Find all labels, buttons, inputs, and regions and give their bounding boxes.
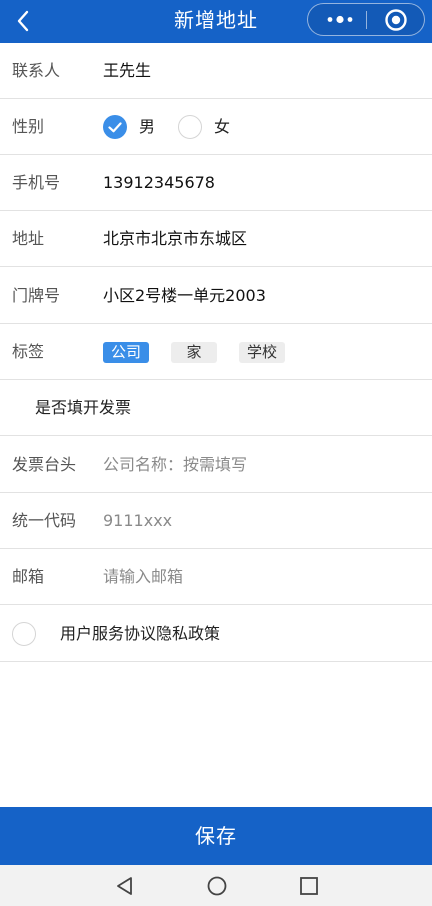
phone-row[interactable]: 手机号 13912345678: [0, 155, 432, 211]
header-bar: 新增地址: [0, 0, 432, 43]
email-input[interactable]: 请输入邮箱: [103, 549, 183, 605]
nav-home-icon[interactable]: [206, 875, 228, 897]
gender-male-radio[interactable]: [103, 115, 127, 139]
gender-female-label[interactable]: 女: [214, 99, 230, 155]
phone-label: 手机号: [12, 173, 61, 192]
tag-school[interactable]: 学校: [239, 342, 285, 363]
invoice-toggle-label[interactable]: 是否填开发票: [35, 380, 131, 436]
contact-label: 联系人: [12, 61, 61, 80]
contact-row[interactable]: 联系人 王先生: [0, 43, 432, 99]
check-icon: [108, 122, 122, 133]
invoice-title-input[interactable]: 公司名称：按需填写: [103, 437, 247, 493]
agreement-checkbox[interactable]: [12, 622, 36, 646]
tax-code-input[interactable]: 9111xxx: [103, 493, 172, 549]
add-address-page: 新增地址 联系人 王先生 性别 男 女 手机号 13912345678 地址 北…: [0, 0, 432, 906]
email-row[interactable]: 邮箱 请输入邮箱: [0, 549, 432, 605]
agreement-link[interactable]: 用户服务协议隐私政策: [60, 606, 220, 662]
tax-code-row[interactable]: 统一代码 9111xxx: [0, 493, 432, 549]
gender-label: 性别: [12, 117, 45, 136]
save-button[interactable]: 保存: [0, 807, 432, 865]
address-row[interactable]: 地址 北京市北京市东城区: [0, 211, 432, 267]
tag-company[interactable]: 公司: [103, 342, 149, 363]
gender-female-radio[interactable]: [178, 115, 202, 139]
tags-row: 标签 公司 家 学校: [0, 324, 432, 380]
gender-male-label[interactable]: 男: [139, 99, 155, 155]
system-nav-bar: [0, 865, 432, 906]
door-input[interactable]: 小区2号楼一单元2003: [103, 268, 266, 324]
more-dots-icon[interactable]: [323, 4, 357, 35]
gender-row: 性别 男 女: [0, 99, 432, 155]
agreement-row: 用户服务协议隐私政策: [0, 606, 432, 662]
close-target-icon[interactable]: [384, 8, 408, 32]
email-label: 邮箱: [12, 567, 45, 586]
contact-input[interactable]: 王先生: [103, 43, 151, 99]
address-picker[interactable]: 北京市北京市东城区: [103, 211, 247, 267]
door-label: 门牌号: [12, 286, 61, 305]
invoice-title-row[interactable]: 发票台头 公司名称：按需填写: [0, 437, 432, 493]
tag-home[interactable]: 家: [171, 342, 217, 363]
invoice-title-label: 发票台头: [12, 455, 77, 474]
phone-input[interactable]: 13912345678: [103, 155, 215, 211]
nav-recent-icon[interactable]: [298, 875, 320, 897]
mini-program-capsule: [307, 3, 425, 36]
door-row[interactable]: 门牌号 小区2号楼一单元2003: [0, 268, 432, 324]
tax-code-label: 统一代码: [12, 511, 77, 530]
invoice-toggle-row[interactable]: 是否填开发票: [0, 380, 432, 436]
capsule-divider: [366, 11, 367, 29]
tags-label: 标签: [12, 342, 45, 361]
nav-back-icon[interactable]: [114, 875, 136, 897]
address-label: 地址: [12, 229, 45, 248]
